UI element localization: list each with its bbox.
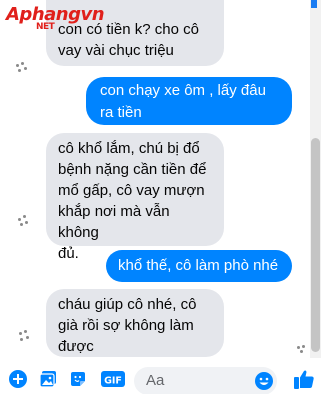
watermark-logo: Aphangvn NET [6, 4, 105, 32]
sticker-icon[interactable] [69, 370, 87, 388]
gif-label: GIF [104, 376, 122, 387]
watermark-brand: Aphangvn [6, 4, 105, 25]
emoji-icon[interactable] [255, 372, 273, 390]
message-bubble-received[interactable]: cô khổ lắm, chú bị đổ bệnh nặng cần tiền… [46, 133, 224, 262]
chat-window: Aphangvn NET con có tiền k? cho cô vay v… [0, 0, 321, 394]
scroll-edge [311, 0, 317, 8]
message-bubble-sent[interactable]: khổ thế, cô làm phò nhé [106, 250, 292, 282]
message-composer: GIF Aa [0, 359, 321, 394]
avatar [18, 330, 30, 342]
gif-icon[interactable]: GIF [101, 370, 125, 388]
avatar [18, 215, 30, 227]
watermark-suffix: NET [36, 22, 55, 32]
like-icon[interactable] [293, 368, 315, 390]
avatar [16, 62, 28, 74]
message-input-placeholder: Aa [146, 372, 165, 389]
message-bubble-sent[interactable]: con chạy xe ôm , lấy đâu ra tiền [86, 77, 292, 125]
scrollbar-thumb[interactable] [311, 138, 320, 352]
photo-icon[interactable] [39, 370, 57, 388]
plus-icon[interactable] [9, 370, 27, 388]
message-bubble-received[interactable]: cháu giúp cô nhé, cô già rồi sợ không là… [46, 289, 224, 357]
seen-avatar [296, 345, 308, 357]
